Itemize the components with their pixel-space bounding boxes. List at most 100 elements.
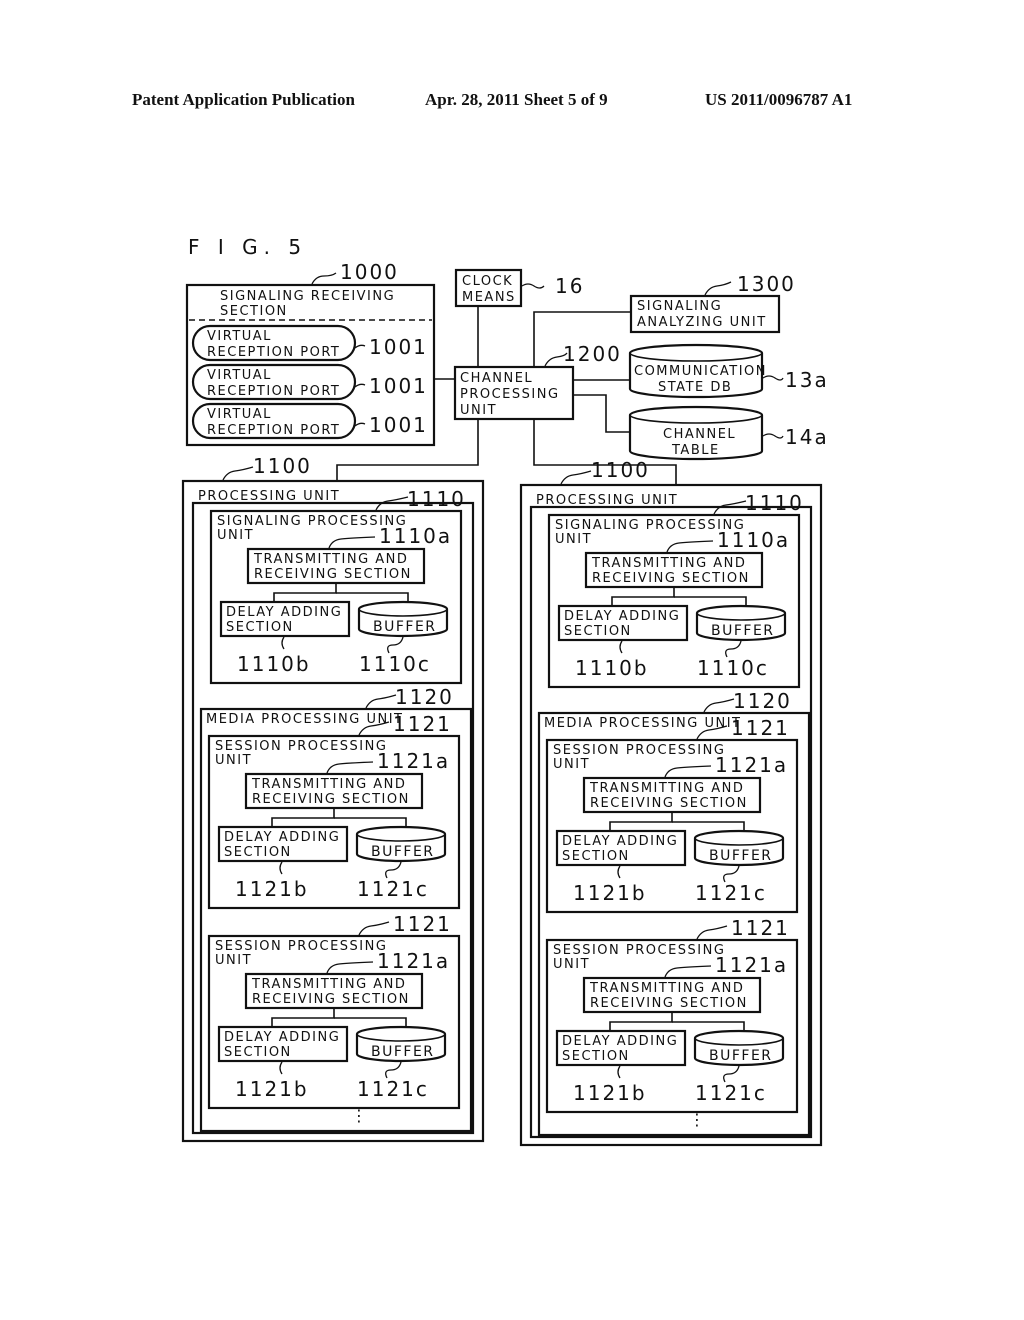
channel-table-label-1: CHANNEL: [663, 427, 736, 442]
processing-unit-label: PROCESSING UNIT: [198, 489, 340, 504]
buffer-label: BUFFER: [711, 623, 775, 639]
trx-label-1: TRANSMITTING AND: [589, 781, 744, 796]
signaling-analyzing-unit: SIGNALING ANALYZING UNIT 1300: [629, 272, 796, 334]
delay-label-2: SECTION: [224, 1045, 292, 1060]
ref-delay: 1121b: [235, 877, 309, 901]
ref-1200: 1200: [563, 342, 622, 366]
ref-1001: 1001: [369, 413, 428, 437]
buffer-label: BUFFER: [371, 844, 435, 860]
ref-1300: 1300: [737, 272, 796, 296]
figure-title: F I G. 5: [188, 235, 307, 259]
channel-processing-label-3: UNIT: [460, 403, 497, 418]
delay-label-2: SECTION: [564, 624, 632, 639]
ellipsis-icon: ⋮: [689, 1110, 707, 1129]
trx-label-2: RECEIVING SECTION: [590, 796, 748, 811]
delay-label-1: DELAY ADDING: [224, 1030, 340, 1045]
clock-label-2: MEANS: [462, 290, 516, 305]
delay-label-2: SECTION: [224, 845, 292, 860]
ref-trx: 1121a: [377, 749, 450, 773]
media-processing-label: MEDIA PROCESSING UNIT: [544, 716, 741, 731]
ref-1110: 1110: [745, 491, 804, 515]
unit-label-2: UNIT: [217, 528, 254, 543]
ref-1100: 1100: [253, 454, 312, 478]
unit-label-1: SESSION PROCESSING: [553, 943, 725, 958]
ref-1100: 1100: [591, 458, 650, 482]
delay-label-1: DELAY ADDING: [226, 605, 342, 620]
figure-5-diagram: F I G. 5 SIGNALING RECEIVING SECTION 100…: [181, 235, 829, 1147]
ref-1121: 1121: [731, 716, 790, 740]
delay-label-2: SECTION: [562, 1049, 630, 1064]
media-processing-unit: MEDIA PROCESSING UNIT 1120 SESSION PROCESS…: [199, 685, 473, 1133]
signaling-processing-unit: SIGNALING PROCESSINGUNITTRANSMITTING AND…: [209, 487, 464, 685]
communication-state-db: COMMUNICATION STATE DB 13a: [628, 343, 829, 399]
processing-unit-label: PROCESSING UNIT: [536, 493, 678, 508]
port-label-2: RECEPTION PORT: [207, 345, 340, 360]
ref-delay: 1110b: [575, 656, 649, 680]
delay-label-2: SECTION: [562, 849, 630, 864]
session-processing-unit: SESSION PROCESSINGUNIT TRANSMITTING ANDRE…: [207, 912, 461, 1110]
trx-label-1: TRANSMITTING AND: [589, 981, 744, 996]
port-label-2: RECEPTION PORT: [207, 423, 340, 438]
channel-processing-label-2: PROCESSING: [460, 387, 560, 402]
ref-trx: 1110a: [379, 524, 452, 548]
session-processing-unit: SESSION PROCESSINGUNIT TRANSMITTING ANDRE…: [207, 712, 461, 910]
ref-16: 16: [555, 274, 584, 298]
signaling-receiving-label-1: SIGNALING RECEIVING: [220, 289, 395, 304]
trx-label-2: RECEIVING SECTION: [592, 571, 750, 586]
signaling-receiving-label-2: SECTION: [220, 304, 288, 319]
trx-label-1: TRANSMITTING AND: [251, 777, 406, 792]
trx-label-2: RECEIVING SECTION: [254, 567, 412, 582]
trx-label-1: TRANSMITTING AND: [591, 556, 746, 571]
buffer-label: BUFFER: [709, 848, 773, 864]
ref-1000: 1000: [340, 260, 399, 284]
clock-means: CLOCK MEANS 16: [454, 268, 584, 308]
ref-buffer: 1121c: [357, 1077, 429, 1101]
ref-13a: 13a: [785, 368, 829, 392]
trx-label-1: TRANSMITTING AND: [253, 552, 408, 567]
port-label-1: VIRTUAL: [207, 407, 272, 422]
trx-label-1: TRANSMITTING AND: [251, 977, 406, 992]
ref-trx: 1110a: [717, 528, 790, 552]
trx-label-2: RECEIVING SECTION: [252, 992, 410, 1007]
ref-buffer: 1110c: [697, 656, 769, 680]
ref-1121: 1121: [393, 912, 452, 936]
ref-delay: 1121b: [573, 881, 647, 905]
channel-processing-label-1: CHANNEL: [460, 371, 533, 386]
ref-1121: 1121: [731, 916, 790, 940]
signaling-analyzing-label-2: ANALYZING UNIT: [637, 315, 767, 330]
ref-14a: 14a: [785, 425, 829, 449]
ref-buffer: 1121c: [695, 1081, 767, 1105]
delay-label-1: DELAY ADDING: [562, 1034, 678, 1049]
media-processing-unit: MEDIA PROCESSING UNIT 1120 SESSION PROCESS…: [537, 689, 811, 1137]
channel-table: CHANNEL TABLE 14a: [628, 405, 829, 461]
buffer-label: BUFFER: [373, 619, 437, 635]
unit-label-2: UNIT: [215, 753, 252, 768]
buffer-label: BUFFER: [709, 1048, 773, 1064]
unit-label-2: UNIT: [553, 957, 590, 972]
delay-label-1: DELAY ADDING: [562, 834, 678, 849]
trx-label-2: RECEIVING SECTION: [252, 792, 410, 807]
signaling-processing-unit: SIGNALING PROCESSINGUNITTRANSMITTING AND…: [547, 491, 804, 689]
port-label-1: VIRTUAL: [207, 329, 272, 344]
delay-label-1: DELAY ADDING: [564, 609, 680, 624]
unit-label-2: UNIT: [555, 532, 592, 547]
comm-db-label-1: COMMUNICATION: [634, 364, 767, 379]
ellipsis-icon: ⋮: [351, 1106, 369, 1125]
unit-label-1: SESSION PROCESSING: [553, 743, 725, 758]
ref-1001: 1001: [369, 335, 428, 359]
session-processing-unit: SESSION PROCESSINGUNIT TRANSMITTING ANDRE…: [545, 916, 799, 1114]
channel-table-label-2: TABLE: [671, 443, 720, 458]
media-processing-label: MEDIA PROCESSING UNIT: [206, 712, 403, 727]
ref-1121: 1121: [393, 712, 452, 736]
ref-trx: 1121a: [715, 953, 788, 977]
ref-buffer: 1121c: [695, 881, 767, 905]
unit-label-1: SESSION PROCESSING: [215, 939, 387, 954]
ref-delay: 1121b: [573, 1081, 647, 1105]
processing-unit: PROCESSING UNIT1100SIGNALING PROCESSINGU…: [519, 458, 823, 1147]
signaling-analyzing-label-1: SIGNALING: [637, 299, 722, 314]
unit-label-2: UNIT: [553, 757, 590, 772]
ref-trx: 1121a: [715, 753, 788, 777]
port-label-1: VIRTUAL: [207, 368, 272, 383]
buffer-label: BUFFER: [371, 1044, 435, 1060]
comm-db-label-2: STATE DB: [658, 380, 732, 395]
